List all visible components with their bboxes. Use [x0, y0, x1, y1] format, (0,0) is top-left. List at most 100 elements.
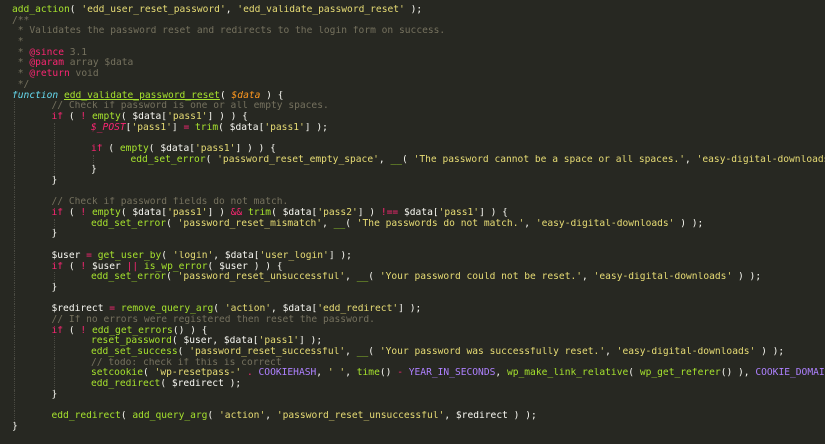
code-token: ) ); — [507, 411, 537, 422]
code-token: $data — [224, 250, 254, 261]
code-line: } — [12, 176, 825, 187]
code-token: $data — [229, 122, 259, 133]
code-token: , — [213, 250, 225, 261]
code-token: ) { — [260, 90, 284, 101]
code-token: , — [495, 368, 507, 379]
code-line: ​ — [12, 293, 825, 305]
code-token: 'The passwords do not match.' — [356, 218, 525, 229]
indent-guide — [53, 122, 55, 134]
code-token: $user — [91, 261, 121, 272]
code-token: ( — [63, 208, 81, 219]
indent-guide — [14, 293, 15, 305]
indent-guide — [53, 347, 55, 358]
code-token: 'action' — [224, 304, 272, 315]
code-token: ( — [177, 347, 190, 357]
code-line: if ( ! empty( $data['pass1'] ) && trim( … — [12, 208, 825, 219]
code-token: ( — [345, 218, 357, 229]
indent-guide — [14, 122, 15, 134]
code-line: } — [12, 422, 825, 433]
code-token: 'pass1' — [438, 208, 480, 219]
code-token: ) ) { — [247, 261, 283, 272]
code-token: get_user_by — [97, 250, 162, 261]
code-token: ( — [166, 218, 178, 229]
code-token: ( — [218, 122, 230, 133]
code-token: , — [225, 5, 238, 15]
indent-guide — [14, 111, 15, 123]
code-token: ( — [63, 325, 81, 336]
indent-guide — [14, 261, 15, 273]
code-line: * @return void — [12, 69, 825, 80]
indent-guide — [14, 357, 15, 369]
code-token: 3.1 — [63, 47, 88, 58]
code-token: ( — [205, 154, 218, 165]
code-token: $data — [223, 336, 253, 347]
code-token: @since — [29, 47, 64, 58]
code-token: if — [91, 143, 103, 154]
indent-guide — [14, 272, 15, 283]
code-line: ​ — [12, 133, 825, 144]
code-token: , — [582, 272, 594, 283]
code-line: $user = get_user_by( 'login', $data['use… — [12, 250, 825, 262]
code-editor[interactable]: add_action ( 'edd_user_reset_password', '… — [0, 0, 825, 444]
code-token: if — [51, 261, 64, 272]
code-token: $redirect — [455, 411, 508, 422]
code-token: ( — [148, 143, 161, 154]
code-token: edd_set_error — [91, 272, 167, 283]
code-token: , — [444, 411, 456, 422]
indent-guide — [14, 325, 15, 337]
code-token: ( — [271, 208, 283, 219]
code-line: ​ — [12, 186, 825, 198]
code-token: ( — [213, 304, 225, 315]
indent-guide — [14, 304, 15, 315]
indent-guide — [14, 389, 15, 401]
code-token: ( — [171, 336, 184, 347]
code-token: , — [316, 368, 328, 379]
code-token: ( — [142, 368, 155, 379]
code-token: , — [212, 336, 224, 347]
code-token: ) ); — [755, 347, 785, 357]
code-token: __ — [333, 218, 346, 229]
indent-guide — [93, 154, 94, 166]
code-token: edd_redirect — [91, 379, 161, 390]
code-token: if — [51, 208, 64, 219]
code-token: , — [322, 218, 334, 229]
code-token: wp_get_referer — [639, 368, 721, 379]
code-token: ); — [223, 379, 242, 390]
code-line: } — [12, 389, 825, 401]
code-token: edd_get_errors — [91, 325, 173, 336]
indent-guide — [14, 197, 15, 209]
code-token: 'pass1' — [195, 143, 236, 154]
code-token: $data — [403, 208, 433, 219]
code-line: // If no errors were registered then res… — [12, 314, 825, 326]
code-token: $data — [282, 304, 312, 315]
code-token: 'pass1' — [131, 122, 172, 133]
indent-guide — [53, 165, 55, 176]
indent-guide — [14, 347, 15, 358]
code-token: @param — [29, 58, 64, 69]
code-token: 'password_reset_mismatch' — [177, 218, 323, 229]
code-token: $redirect — [171, 379, 224, 390]
code-line: // Check if password is one or all empty… — [12, 101, 825, 112]
indent-guide — [53, 218, 55, 230]
code-token: trim — [195, 122, 219, 133]
code-token: } — [91, 165, 97, 176]
code-token: edd_set_error — [91, 218, 167, 229]
code-token: ] ); — [398, 304, 422, 315]
code-token: array $data — [63, 58, 134, 69]
code-token: $data — [132, 208, 162, 219]
code-token: add_action — [12, 5, 70, 15]
code-token: ( — [207, 411, 220, 422]
code-token: 'edd_redirect' — [317, 304, 399, 315]
code-token: $redirect — [51, 304, 104, 315]
code-token: ( — [120, 208, 133, 219]
code-token: COOKIE_DOMAIN — [755, 368, 825, 379]
code-token: $data — [132, 111, 162, 122]
code-line: ​ — [12, 400, 825, 412]
code-token: 'easy-digital-downloads' — [696, 154, 825, 165]
code-line: * @param array $data — [12, 58, 825, 69]
code-token: ( — [69, 5, 82, 15]
code-token: edd_redirect — [51, 411, 121, 422]
code-token: 'user_login' — [259, 250, 329, 261]
indent-guide — [14, 218, 15, 230]
code-token: $user — [219, 261, 248, 272]
